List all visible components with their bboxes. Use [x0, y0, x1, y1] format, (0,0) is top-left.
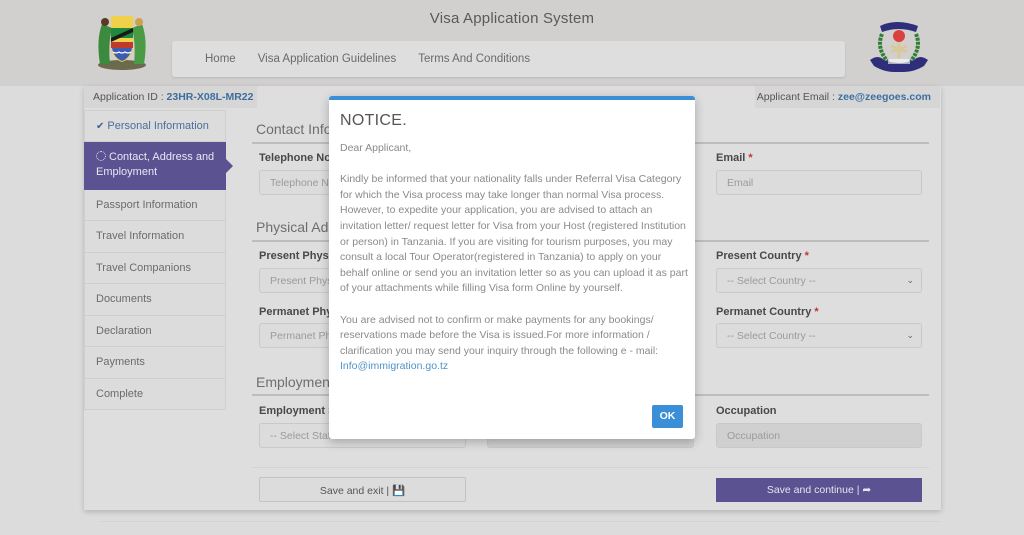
main-nav: Home Visa Application Guidelines Terms A… — [172, 41, 845, 77]
sidebar-item-label: Documents — [96, 293, 152, 305]
sidebar-item-label: Complete — [96, 387, 144, 400]
modal-title: NOTICE. — [340, 112, 407, 129]
modal-body: Dear Applicant, Kindly be informed that … — [340, 141, 688, 391]
save-and-exit-button[interactable]: Save and exit | 💾 — [259, 477, 466, 502]
application-id-value: 23HR-X08L-MR22 — [166, 91, 254, 103]
modal-paragraph-2: You are advised not to confirm or make p… — [340, 313, 688, 375]
form-footer-divider — [252, 467, 929, 468]
telephone-label: Telephone No — [259, 152, 331, 164]
sidebar-item-declaration[interactable]: Declaration — [84, 315, 226, 347]
applicant-email-value: zee@zeegoes.com — [837, 91, 931, 103]
modal-paragraph-2-text: You are advised not to confirm or make p… — [340, 313, 659, 357]
present-country-select[interactable]: -- Select Country -- ⌄ — [716, 268, 922, 293]
sidebar-item-label: Travel Companions — [96, 261, 191, 274]
sidebar-item-contact-address-employment[interactable]: Contact, Address and Employment — [84, 141, 233, 190]
occupation-input[interactable]: Occupation — [716, 423, 922, 448]
applicant-email: Applicant Email : zee@zeegoes.com — [755, 86, 940, 108]
occupation-label: Occupation — [716, 405, 777, 417]
nav-home[interactable]: Home — [205, 53, 236, 65]
floppy-disk-icon: 💾 — [392, 485, 406, 497]
page-footer-divider — [100, 521, 940, 522]
sidebar-item-personal-information[interactable]: ✔ Personal Information — [84, 110, 226, 142]
share-arrow-icon: ➦ — [862, 484, 872, 496]
sidebar-item-label: Declaration — [96, 324, 152, 337]
chevron-down-icon: ⌄ — [906, 275, 914, 285]
modal-greeting: Dear Applicant, — [340, 142, 412, 154]
permanent-country-label: Permanet Country * — [716, 306, 819, 318]
steps-sidebar: ✔ Personal Information Contact, Address a… — [84, 110, 233, 410]
application-id: Application ID : 23HR-X08L-MR22 — [84, 86, 257, 108]
required-mark: * — [804, 250, 809, 262]
sidebar-item-passport-information[interactable]: Passport Information — [84, 189, 226, 221]
sidebar-item-label: Contact, Address and Employment — [96, 150, 215, 178]
immigration-emblem-logo — [866, 12, 932, 74]
present-country-value: -- Select Country -- — [727, 275, 816, 287]
sidebar-item-travel-information[interactable]: Travel Information — [84, 221, 226, 253]
present-country-label-text: Present Country — [716, 250, 802, 262]
required-mark: * — [814, 306, 819, 318]
present-country-label: Present Country * — [716, 250, 809, 262]
sidebar-item-label: Personal Information — [107, 120, 209, 132]
email-input[interactable]: Email — [716, 170, 922, 195]
chevron-down-icon: ⌄ — [906, 330, 914, 340]
permanent-country-select[interactable]: -- Select Country -- ⌄ — [716, 323, 922, 348]
nav-terms[interactable]: Terms And Conditions — [418, 53, 530, 65]
nav-visa-guidelines[interactable]: Visa Application Guidelines — [258, 53, 397, 65]
email-label-text: Email — [716, 152, 746, 164]
applicant-email-label: Applicant Email : — [756, 91, 838, 103]
application-id-label: Application ID : — [93, 91, 167, 103]
save-and-continue-label: Save and continue | — [766, 484, 863, 496]
permanent-country-label-text: Permanet Country — [716, 306, 812, 318]
email-label: Email * — [716, 152, 753, 164]
save-and-exit-label: Save and exit | — [319, 485, 393, 497]
sidebar-item-label: Payments — [96, 356, 145, 368]
sidebar-item-complete[interactable]: Complete — [84, 378, 226, 410]
site-header: Visa Application System Home Visa Applic… — [0, 0, 1024, 86]
sidebar-item-travel-companions[interactable]: Travel Companions — [84, 252, 226, 284]
section-title-employment: Employment — [256, 374, 334, 390]
ok-button[interactable]: OK — [652, 405, 683, 428]
sidebar-item-documents[interactable]: Documents — [84, 284, 226, 316]
immigration-email-link[interactable]: Info@immigration.go.tz — [340, 360, 448, 372]
save-and-continue-button[interactable]: Save and continue | ➦ — [716, 478, 922, 502]
permanent-country-value: -- Select Country -- — [727, 330, 816, 342]
notice-modal: NOTICE. Dear Applicant, Kindly be inform… — [329, 96, 695, 439]
spinner-icon — [96, 150, 106, 161]
sidebar-item-payments[interactable]: Payments — [84, 347, 226, 379]
sidebar-item-label: Passport Information — [96, 198, 198, 211]
check-icon: ✔ — [96, 121, 105, 132]
required-mark: * — [748, 152, 753, 164]
modal-paragraph-1: Kindly be informed that your nationality… — [340, 173, 688, 295]
sidebar-item-label: Travel Information — [96, 230, 185, 242]
